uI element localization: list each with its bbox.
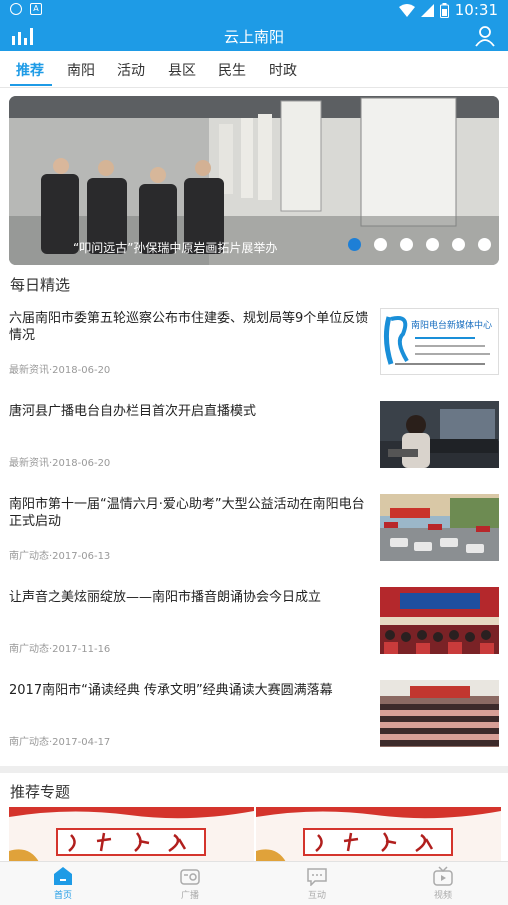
carousel-dot[interactable] xyxy=(374,238,387,251)
topic-card[interactable] xyxy=(256,807,501,862)
topic-card[interactable] xyxy=(9,807,254,862)
topic-banner-image xyxy=(9,807,254,862)
nav-video-label: 视频 xyxy=(433,891,452,901)
carousel-dots xyxy=(348,238,491,251)
news-item[interactable]: 2017南阳市“诵读经典 传承文明”经典诵读大赛圆满落幕 南广动态·2017-0… xyxy=(0,680,508,775)
nav-radio-label: 广播 xyxy=(180,891,199,901)
home-icon xyxy=(54,867,72,885)
chat-icon xyxy=(307,868,327,886)
carousel-dot[interactable] xyxy=(478,238,491,251)
tv-icon xyxy=(433,866,453,886)
tab-recommend[interactable]: 推荐 xyxy=(16,60,44,80)
category-tabs: 推荐 南阳 活动 县区 民生 时政 xyxy=(0,51,508,88)
bottom-nav: 首页 广播 互动 视频 xyxy=(0,861,508,905)
news-headline: 南阳市第十一届“温情六月·爱心助考”大型公益活动在南阳电台正式启动 xyxy=(9,497,365,529)
tab-livelihood[interactable]: 民生 xyxy=(218,60,246,80)
topic-banner-image xyxy=(256,807,501,862)
news-meta: 南广动态·2017-11-16 xyxy=(9,644,111,655)
battery-icon xyxy=(439,2,449,18)
nav-interact-label: 互动 xyxy=(307,891,326,901)
news-thumbnail xyxy=(380,401,499,468)
app-title: 云上南阳 xyxy=(223,28,284,46)
news-headline: 2017南阳市“诵读经典 传承文明”经典诵读大赛圆满落幕 xyxy=(9,683,333,698)
news-thumbnail xyxy=(380,680,499,747)
nav-radio[interactable]: 广播 xyxy=(160,866,220,901)
tab-nanyang[interactable]: 南阳 xyxy=(67,60,95,80)
status-bar: A 10:31 xyxy=(0,0,508,22)
news-thumbnail xyxy=(380,494,499,561)
news-item[interactable]: 让声音之美炫丽绽放——南阳市播音朗诵协会今日成立 南广动态·2017-11-16 xyxy=(0,587,508,682)
tab-politics[interactable]: 时政 xyxy=(269,60,297,80)
news-meta: 最新资讯·2018-06-20 xyxy=(9,458,111,469)
carousel-dot[interactable] xyxy=(348,238,361,251)
user-icon[interactable] xyxy=(474,25,496,47)
section-divider xyxy=(0,766,508,773)
banner-carousel[interactable]: “叩问远古”孙保瑞中原岩画拓片展举办 xyxy=(9,96,499,265)
news-thumbnail: 南阳电台新媒体中心 xyxy=(380,308,499,375)
nav-interact[interactable]: 互动 xyxy=(287,866,347,901)
active-tab-indicator xyxy=(10,84,52,86)
app-notification-icon: A xyxy=(30,3,42,15)
news-headline: 让声音之美炫丽绽放——南阳市播音朗诵协会今日成立 xyxy=(9,590,322,605)
news-item[interactable]: 六届南阳市委第五轮巡察公布市住建委、规划局等9个单位反馈情况 最新资讯·2018… xyxy=(0,308,508,403)
banner-caption: “叩问远古”孙保瑞中原岩画拓片展举办 xyxy=(73,241,278,255)
news-item[interactable]: 唐河县广播电台自办栏目首次开启直播模式 最新资讯·2018-06-20 xyxy=(0,401,508,496)
news-meta: 南广动态·2017-06-13 xyxy=(9,551,111,562)
daily-picks-title: 每日精选 xyxy=(10,276,71,294)
wifi-icon xyxy=(398,3,415,17)
news-thumbnail xyxy=(380,587,499,654)
signal-icon xyxy=(420,3,434,17)
nav-video[interactable]: 视频 xyxy=(413,866,473,901)
news-item[interactable]: 南阳市第十一届“温情六月·爱心助考”大型公益活动在南阳电台正式启动 南广动态·2… xyxy=(0,494,508,589)
tab-activities[interactable]: 活动 xyxy=(117,60,145,80)
radio-icon xyxy=(180,869,200,885)
status-time: 10:31 xyxy=(454,1,498,19)
app-bar: 云上南阳 xyxy=(0,22,508,51)
news-meta: 南广动态·2017-04-17 xyxy=(9,737,111,748)
carousel-dot[interactable] xyxy=(452,238,465,251)
nav-home-label: 首页 xyxy=(53,891,72,901)
carousel-dot[interactable] xyxy=(400,238,413,251)
nav-home[interactable]: 首页 xyxy=(33,866,93,901)
news-meta: 最新资讯·2018-06-20 xyxy=(9,365,111,376)
carousel-dot[interactable] xyxy=(426,238,439,251)
shield-notification-icon xyxy=(10,3,22,15)
tab-counties[interactable]: 县区 xyxy=(168,60,196,80)
news-headline: 六届南阳市委第五轮巡察公布市住建委、规划局等9个单位反馈情况 xyxy=(9,311,369,343)
news-headline: 唐河县广播电台自办栏目首次开启直播模式 xyxy=(9,404,257,419)
topics-title: 推荐专题 xyxy=(10,783,71,801)
thumbnail-logo-text: 南阳电台新媒体中心 xyxy=(411,321,493,331)
